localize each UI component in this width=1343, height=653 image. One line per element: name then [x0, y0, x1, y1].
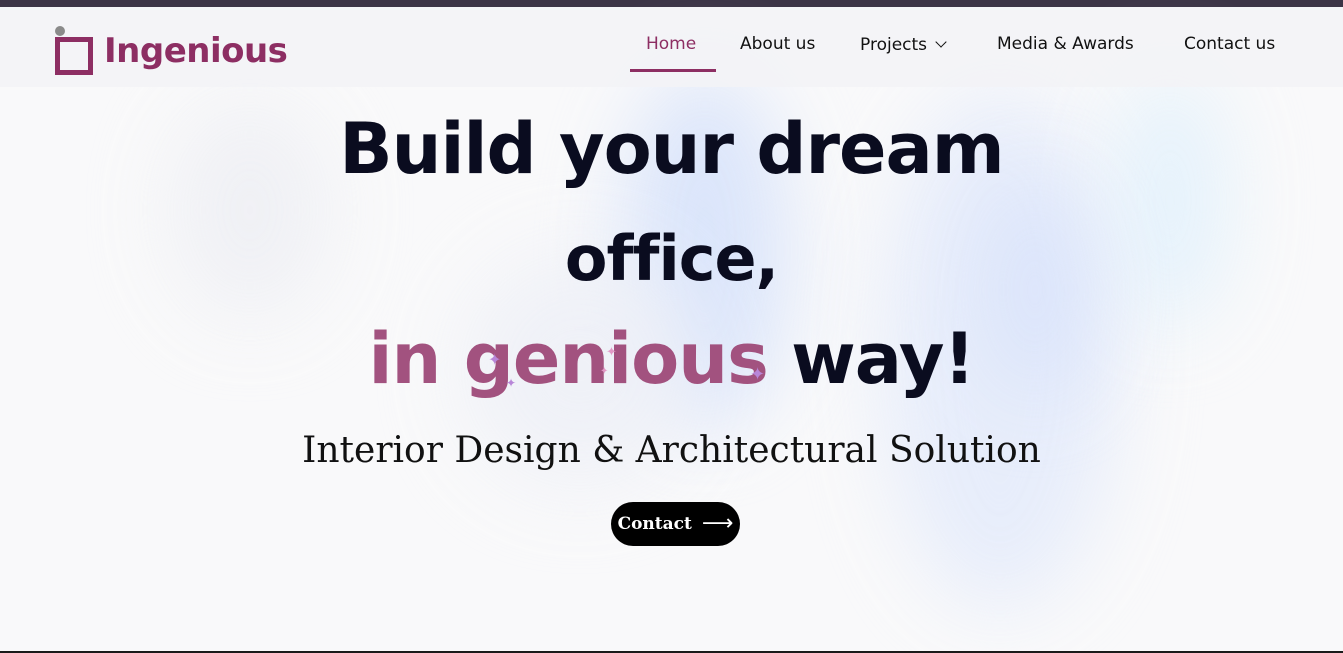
hero-heading-line-3: in genious way!: [0, 318, 1343, 400]
arrow-right-icon: ⟶: [701, 510, 734, 536]
sparkle-icon: ✦: [506, 376, 517, 390]
contact-button-label: Contact: [617, 514, 692, 534]
main-nav: Home About us Projects Media & Awards Co…: [0, 7, 1343, 87]
hero-subtitle: Interior Design & Architectural Solution: [302, 430, 1041, 471]
hero-heading-line-2: office,: [564, 222, 779, 295]
sparkle-icon: ✦: [606, 345, 617, 360]
chevron-down-icon: [935, 36, 947, 48]
hero-accent-text: in genious: [368, 318, 769, 400]
contact-button[interactable]: Contact ⟶: [611, 502, 740, 546]
sparkle-icon: ✦: [488, 350, 502, 369]
nav-item-projects-label: Projects: [860, 35, 928, 55]
nav-active-indicator: [630, 69, 716, 72]
nav-item-projects[interactable]: Projects: [860, 35, 947, 55]
nav-item-home[interactable]: Home: [646, 34, 696, 54]
sparkle-icon: ✦: [600, 366, 609, 377]
nav-item-about-us[interactable]: About us: [740, 34, 815, 54]
nav-item-media-awards[interactable]: Media & Awards: [997, 34, 1134, 54]
page: Ingenious Home About us Projects Media &…: [0, 0, 1343, 653]
nav-item-contact-us[interactable]: Contact us: [1184, 34, 1275, 54]
hero-heading-line-3-rest: way!: [767, 318, 975, 400]
sparkle-icon: ✦: [750, 364, 766, 385]
hero-heading-line-1: Build your dream: [339, 108, 1004, 190]
top-accent-bar: [0, 0, 1343, 7]
